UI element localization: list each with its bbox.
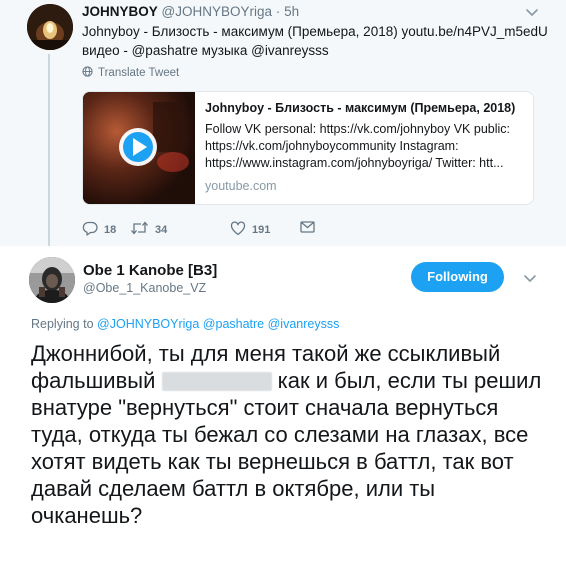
header-separator: · <box>275 4 281 19</box>
tweet-text: Johnyboy - Близость - максимум (Премьера… <box>82 24 548 58</box>
chevron-down-icon[interactable] <box>522 272 538 284</box>
retweet-count: 34 <box>155 223 168 236</box>
author-name[interactable]: JOHNYBOY <box>82 4 158 19</box>
direct-message-button[interactable] <box>300 221 315 236</box>
like-button[interactable]: 191 <box>230 221 270 239</box>
globe-icon <box>82 66 93 80</box>
retweet-button[interactable]: 34 <box>130 221 167 238</box>
play-icon <box>119 128 157 166</box>
avatar[interactable] <box>27 4 73 50</box>
parent-tweet-header: JOHNYBOY @JOHNYBOYriga · 5h <box>82 4 299 19</box>
chevron-down-icon[interactable] <box>524 6 540 18</box>
reply-count: 18 <box>104 224 117 236</box>
author-handle[interactable]: @JOHNYBOYriga <box>162 4 272 19</box>
avatar-photo <box>27 4 73 50</box>
author-handle[interactable]: @Obe_1_Kanobe_VZ <box>83 281 206 295</box>
translate-label: Translate Tweet <box>98 67 180 79</box>
avatar[interactable] <box>29 257 75 303</box>
author-name[interactable]: Obe 1 Kanobe [B3] <box>83 262 217 279</box>
card-body: Johnyboy - Близость - максимум (Премьера… <box>205 100 523 195</box>
following-button[interactable]: Following <box>411 262 504 292</box>
envelope-icon <box>300 221 315 236</box>
link-preview-card[interactable]: Johnyboy - Близость - максимум (Премьера… <box>82 91 534 205</box>
retweet-icon <box>130 221 149 238</box>
translate-tweet-link[interactable]: Translate Tweet <box>82 66 179 80</box>
redacted-word <box>161 372 272 391</box>
avatar-photo <box>29 257 75 303</box>
heart-icon <box>230 221 246 239</box>
tweet-conversation: JOHNYBOY @JOHNYBOYriga · 5h Johnyboy - Б… <box>0 0 566 568</box>
like-count: 191 <box>252 224 271 236</box>
card-domain: youtube.com <box>205 179 277 193</box>
card-title: Johnyboy - Близость - максимум (Премьера… <box>205 101 516 115</box>
card-description: Follow VK personal: https://vk.com/johny… <box>205 122 511 170</box>
video-thumbnail[interactable] <box>83 92 195 204</box>
replying-to: Replying to @JOHNYBOYriga @pashatre @iva… <box>31 317 339 331</box>
tweet-timestamp[interactable]: 5h <box>284 4 299 19</box>
thread-connector-line <box>48 54 50 254</box>
main-tweet: Obe 1 Kanobe [B3] @Obe_1_Kanobe_VZ Follo… <box>0 246 566 568</box>
tweet-text: Джоннибой, ты для меня такой же ссыкливы… <box>31 340 551 529</box>
reply-icon <box>82 221 98 239</box>
replying-mentions[interactable]: @JOHNYBOYriga @pashatre @ivanreysss <box>97 317 339 331</box>
reply-button[interactable]: 18 <box>82 221 116 239</box>
parent-tweet[interactable]: JOHNYBOY @JOHNYBOYriga · 5h Johnyboy - Б… <box>0 0 566 254</box>
replying-prefix: Replying to <box>31 317 94 331</box>
